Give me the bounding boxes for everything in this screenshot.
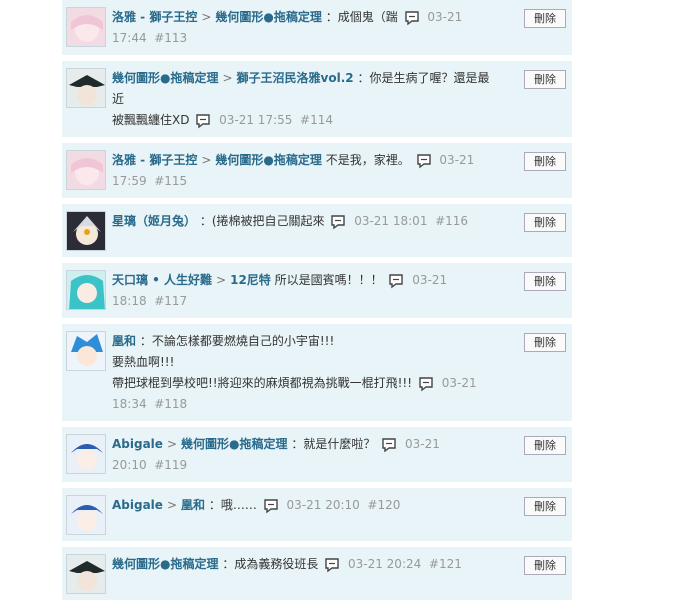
arrow-icon: > xyxy=(201,10,212,24)
message-number: #115 xyxy=(154,174,188,188)
avatar[interactable] xyxy=(66,68,106,108)
reply-bubble-icon[interactable] xyxy=(388,273,404,289)
message-time: 03-21 18:01 xyxy=(354,214,428,228)
avatar[interactable] xyxy=(66,7,106,47)
message-text-line-2: 被飄飄纏住XD xyxy=(112,113,190,127)
recipient-name[interactable]: 幾何圖形●拖稿定理 xyxy=(215,10,321,24)
message-text: ：(捲棉被把自己關起來 xyxy=(199,214,325,228)
message-text-line-3: 帶把球棍到學校吧!!將迎來的麻煩都視為挑戰一棍打飛!!! xyxy=(112,376,413,390)
message-date: 03-21 xyxy=(412,273,448,287)
delete-button[interactable]: 刪除 xyxy=(524,272,566,291)
arrow-icon: > xyxy=(166,498,177,512)
sender-name[interactable]: Abigale xyxy=(112,437,163,451)
list-item: 幾何圖形●拖稿定理 > 獅子王沼民洛雅vol.2 ：你是生病了喔？還是最近 被飄飄纏… xyxy=(62,61,572,137)
message-text: ：就是什麼啦？ xyxy=(291,437,376,451)
message-time: 18:18 xyxy=(112,294,147,308)
list-item: 幾何圖形●拖稿定理 ：成為義務役班長 03-21 20:24 #121 刪除 xyxy=(62,547,572,600)
recipient-name[interactable]: 獅子王沼民洛雅vol.2 xyxy=(237,71,354,85)
avatar[interactable] xyxy=(66,434,106,474)
delete-button[interactable]: 刪除 xyxy=(524,152,566,171)
message-number: #118 xyxy=(154,397,188,411)
message-number: #121 xyxy=(428,557,462,571)
message-time: 17:44 xyxy=(112,31,147,45)
message-time: 17:59 xyxy=(112,174,147,188)
list-item: 星璃（姬月兔） ：(捲棉被把自己關起來 03-21 18:01 #116 刪除 xyxy=(62,204,572,257)
message-text: ：成個鬼（踹 xyxy=(325,10,398,24)
avatar[interactable] xyxy=(66,495,106,535)
sender-name[interactable]: 星璃（姬月兔） xyxy=(112,214,196,228)
avatar[interactable] xyxy=(66,150,106,190)
message-text: 所以是國賓嗎！！！ xyxy=(274,273,383,287)
reply-bubble-icon[interactable] xyxy=(418,376,434,392)
list-item: Abigale > 幾何圖形●拖稿定理 ：就是什麼啦？ 03-21 20:10 #1… xyxy=(62,427,572,482)
message-text: ：成為義務役班長 xyxy=(222,557,319,571)
reply-bubble-icon[interactable] xyxy=(416,153,432,169)
sender-name[interactable]: 洛雅 - 獅子王控 xyxy=(112,10,197,24)
sender-name[interactable]: 凰和 xyxy=(112,334,136,348)
message-list: 洛雅 - 獅子王控 > 幾何圖形●拖稿定理 ：成個鬼（踹 03-21 17:44 #… xyxy=(62,0,572,606)
message-date: 03-21 xyxy=(427,10,463,24)
reply-bubble-icon[interactable] xyxy=(263,498,279,514)
avatar[interactable] xyxy=(66,331,106,371)
message-text: 不是我，家裡。 xyxy=(325,153,410,167)
recipient-name[interactable]: 12尼特 xyxy=(230,273,271,287)
list-item: 洛雅 - 獅子王控 > 幾何圖形●拖稿定理 不是我，家裡。 03-21 17:59 … xyxy=(62,143,572,198)
delete-button[interactable]: 刪除 xyxy=(524,497,566,516)
message-number: #119 xyxy=(154,458,188,472)
message-number: #116 xyxy=(435,214,469,228)
arrow-icon: > xyxy=(216,273,227,287)
sender-name[interactable]: 天口璃 • 人生好難 xyxy=(112,273,212,287)
message-text: ：哦…… xyxy=(208,498,257,512)
recipient-name[interactable]: 幾何圖形●拖稿定理 xyxy=(181,437,287,451)
list-item: 洛雅 - 獅子王控 > 幾何圖形●拖稿定理 ：成個鬼（踹 03-21 17:44 #… xyxy=(62,0,572,55)
avatar[interactable] xyxy=(66,270,106,310)
recipient-name[interactable]: 凰和 xyxy=(181,498,205,512)
list-item: 凰和 ：不論怎樣都要燃燒自己的小宇宙!!! 要熱血啊!!! 帶把球棍到學校吧!!… xyxy=(62,324,572,421)
list-item: Abigale > 凰和 ：哦…… 03-21 20:10 #120 刪除 xyxy=(62,488,572,541)
avatar[interactable] xyxy=(66,554,106,594)
message-number: #114 xyxy=(300,113,333,127)
reply-bubble-icon[interactable] xyxy=(324,557,340,573)
message-number: #120 xyxy=(367,498,401,512)
arrow-icon: > xyxy=(222,71,233,85)
delete-button[interactable]: 刪除 xyxy=(524,436,566,455)
message-text-line-2: 要熱血啊!!! xyxy=(112,355,175,369)
reply-bubble-icon[interactable] xyxy=(404,10,420,26)
sender-name[interactable]: Abigale xyxy=(112,498,163,512)
delete-button[interactable]: 刪除 xyxy=(524,333,566,352)
message-date: 03-21 xyxy=(439,153,475,167)
sender-name[interactable]: 幾何圖形●拖稿定理 xyxy=(112,71,218,85)
message-time: 03-21 17:55 xyxy=(219,113,293,127)
arrow-icon: > xyxy=(201,153,212,167)
message-number: #113 xyxy=(154,31,188,45)
delete-button[interactable]: 刪除 xyxy=(524,556,566,575)
message-time: 03-21 20:10 xyxy=(286,498,360,512)
delete-button[interactable]: 刪除 xyxy=(524,70,566,89)
list-item: 天口璃 • 人生好難 >12尼特 所以是國賓嗎！！！ 03-21 18:18 #1… xyxy=(62,263,572,318)
delete-button[interactable]: 刪除 xyxy=(524,9,566,28)
delete-button[interactable]: 刪除 xyxy=(524,213,566,232)
reply-bubble-icon[interactable] xyxy=(330,214,346,230)
arrow-icon: > xyxy=(166,437,177,451)
avatar[interactable] xyxy=(66,211,106,251)
message-time: 03-21 20:24 xyxy=(347,557,422,571)
message-number: #117 xyxy=(154,294,188,308)
sender-name[interactable]: 洛雅 - 獅子王控 xyxy=(112,153,197,167)
reply-bubble-icon[interactable] xyxy=(381,437,397,453)
recipient-name[interactable]: 幾何圖形●拖稿定理 xyxy=(215,153,321,167)
sender-name[interactable]: 幾何圖形●拖稿定理 xyxy=(112,557,218,571)
reply-bubble-icon[interactable] xyxy=(195,113,211,129)
message-text: ：不論怎樣都要燃燒自己的小宇宙!!! xyxy=(139,334,335,348)
